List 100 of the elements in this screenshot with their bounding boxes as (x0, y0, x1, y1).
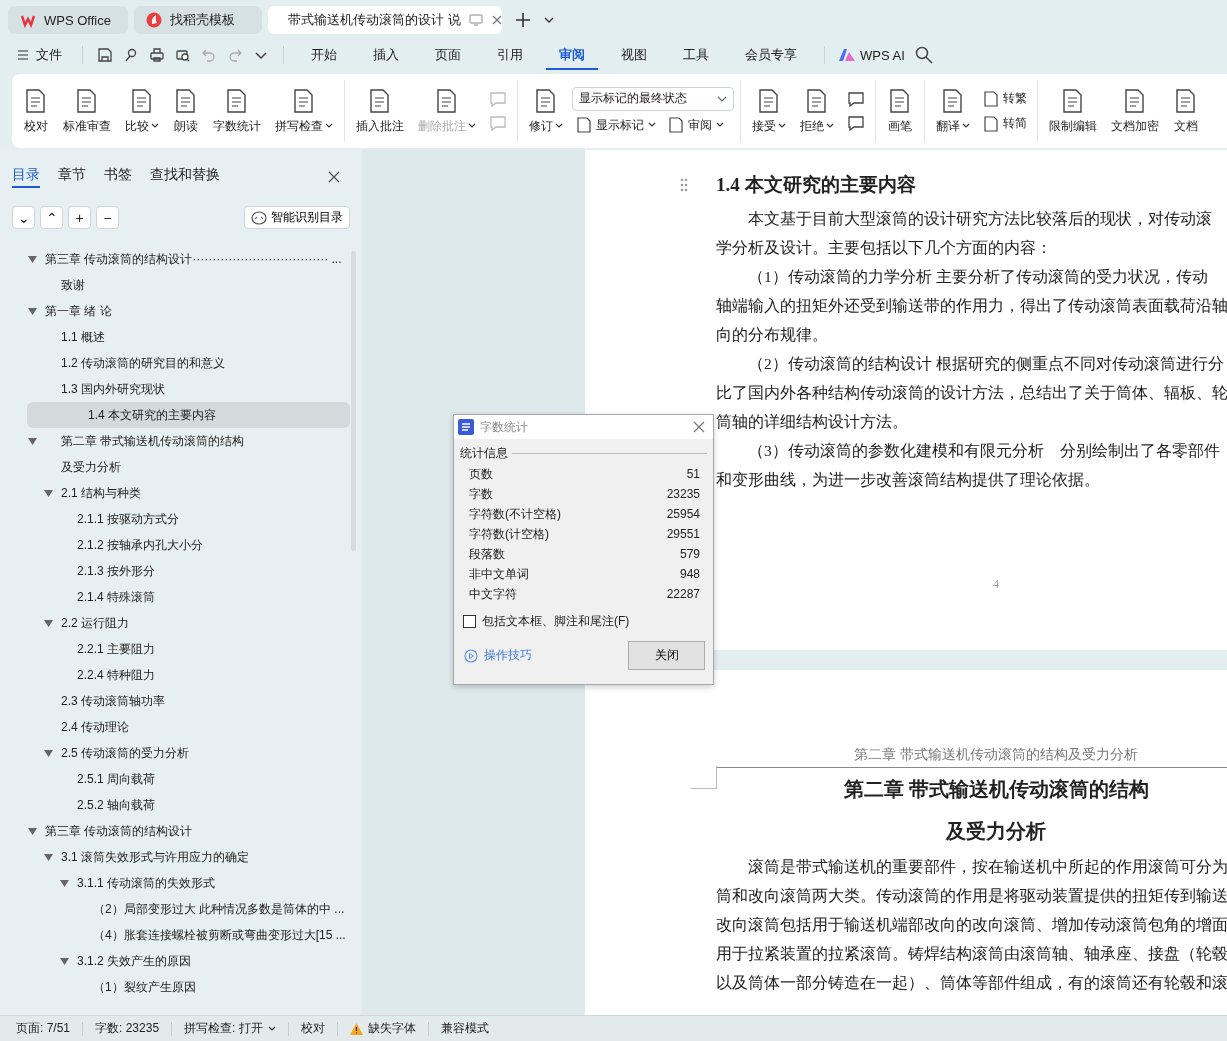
toc-item[interactable]: 2.1 结构与种类 (0, 480, 350, 506)
document-tab[interactable]: WPS Office (8, 6, 128, 34)
toc-item[interactable]: （2）局部变形过大 此种情况多数是筒体的中 ... (0, 896, 350, 922)
tips-link[interactable]: 操作技巧 (464, 647, 532, 664)
toc-item[interactable]: 2.2 运行阻力 (0, 610, 350, 636)
toc-item[interactable]: 1.3 国内外研究现状 (0, 376, 350, 402)
document-tab[interactable]: 找稻壳模板 (134, 6, 262, 34)
search-icon[interactable] (914, 46, 933, 64)
ribbon-button[interactable]: 文档加密 (1106, 83, 1164, 139)
toc-item[interactable]: 第一章 绪 论 (0, 298, 350, 324)
toc-item[interactable]: 致谢 (0, 272, 350, 298)
toc-item[interactable]: 2.1.1 按驱动方式分 (0, 506, 350, 532)
ribbon-button[interactable]: 修订 (524, 83, 568, 139)
toolbar-button[interactable]: + (68, 206, 91, 229)
plus-icon[interactable] (514, 11, 532, 29)
toc-item[interactable]: 2.5 传动滚筒的受力分析 (0, 740, 350, 766)
expand-arrow-icon[interactable] (60, 958, 69, 965)
ribbon-tab[interactable]: 开始 (298, 40, 350, 70)
toc-item[interactable]: 2.1.3 按外形分 (0, 558, 350, 584)
toc-item[interactable]: 2.2.1 主要阻力 (0, 636, 350, 662)
status-warning[interactable]: 缺失字体 (349, 1020, 416, 1037)
stat-value: 51 (686, 466, 700, 483)
caret-icon[interactable] (544, 16, 554, 24)
file-menu[interactable]: 文件 (18, 46, 62, 64)
expand-arrow-icon[interactable] (28, 308, 37, 315)
page-header: 第二章 带式输送机传动滚筒的结构及受力分析 (716, 746, 1227, 768)
expand-arrow-icon[interactable] (60, 880, 69, 887)
toc-item[interactable]: 2.3 传动滚筒轴功率 (0, 688, 350, 714)
ribbon-button[interactable]: 标准审查 (58, 83, 116, 139)
ai-button[interactable]: WPS AI (839, 47, 905, 63)
toc-item[interactable]: 2.5.1 周向载荷 (0, 766, 350, 792)
toc-item[interactable]: 2.1.2 按轴承内孔大小分 (0, 532, 350, 558)
status-dropdown[interactable]: 拼写检查: 打开 (184, 1020, 276, 1037)
ribbon-button[interactable]: 限制编辑 (1044, 83, 1102, 139)
toolbar-button[interactable]: ⌄ (12, 206, 35, 229)
close-button[interactable]: 关闭 (628, 641, 705, 670)
toc-item[interactable]: 1.2 传动滚筒的研究目的和意义 (0, 350, 350, 376)
ribbon-tab[interactable]: 视图 (608, 40, 660, 70)
document-tab[interactable]: 带式输送机传动滚筒的设计 说 (268, 6, 502, 34)
ribbon-button[interactable]: 翻译 (931, 83, 975, 139)
toc-item[interactable]: 2.5.2 轴向载荷 (0, 792, 350, 818)
toolbar-button[interactable]: − (96, 206, 119, 229)
expand-arrow-icon[interactable] (28, 438, 37, 445)
ribbon-button[interactable]: 转简 (979, 113, 1031, 134)
panel-tab[interactable]: 章节 (58, 166, 86, 188)
toc-item[interactable]: （4）胀套连接螺栓被剪断或弯曲变形过大[15 ... (0, 922, 350, 948)
print-icon[interactable] (149, 47, 165, 63)
ribbon-button[interactable]: 画笔 (882, 83, 918, 139)
ribbon-tab[interactable]: 页面 (422, 40, 474, 70)
toc-item[interactable]: 第三章 传动滚筒的结构设计 (0, 818, 350, 844)
ribbon-tab[interactable]: 会员专享 (732, 40, 810, 70)
ribbon-button[interactable]: 插入批注 (351, 83, 409, 139)
toc-item[interactable]: 2.1.4 特殊滚筒 (0, 584, 350, 610)
ribbon-button[interactable]: 拒绝 (795, 83, 839, 139)
ribbon-button[interactable]: 显示标记 (572, 114, 660, 136)
ribbon-button[interactable]: 校对 (18, 83, 54, 139)
toc-item[interactable]: 1.4 本文研究的主要内容 (27, 402, 350, 428)
expand-arrow-icon[interactable] (28, 256, 37, 263)
print-preview-icon[interactable] (175, 47, 191, 63)
ribbon-tab[interactable]: 插入 (360, 40, 412, 70)
toc-item[interactable]: 2.2.4 特种阻力 (0, 662, 350, 688)
paragraph-line: 以及筒体一部分铸造在一起）、筒体等部件组成，有的滚筒还有轮毂和滚 (716, 973, 1227, 993)
ribbon-button[interactable]: 字数统计 (208, 83, 266, 139)
menu-icon[interactable] (18, 50, 28, 60)
toc-item[interactable]: 第三章 传动滚筒的结构设计·································· ... (0, 246, 350, 272)
toc-item[interactable]: 1.1 概述 (0, 324, 350, 350)
close-icon[interactable] (490, 14, 503, 26)
drag-handle-icon[interactable] (680, 178, 688, 192)
expand-arrow-icon[interactable] (28, 828, 37, 835)
ribbon-button[interactable]: 比较 (120, 83, 164, 139)
checkbox[interactable] (463, 615, 476, 628)
toc-item[interactable]: 3.1 滚筒失效形式与许用应力的确定 (0, 844, 350, 870)
toc-item[interactable]: （1）裂纹产生原因 (0, 974, 350, 1000)
panel-tab[interactable]: 查找和替换 (150, 166, 220, 188)
toc-item[interactable]: 3.1.1 传动滚筒的失效形式 (0, 870, 350, 896)
smart-toc-button[interactable]: 智能识别目录 (244, 206, 350, 229)
toc-item[interactable]: 3.1.2 失效产生的原因 (0, 948, 350, 974)
ribbon-button[interactable]: 转繁 (979, 88, 1031, 109)
ribbon-button[interactable]: 接受 (747, 83, 791, 139)
ribbon-tab[interactable]: 工具 (670, 40, 722, 70)
dropdown-field[interactable]: 显示标记的最终状态 (572, 86, 734, 111)
ribbon-button[interactable]: 拼写检查 (270, 83, 338, 139)
ribbon-button[interactable]: 朗读 (168, 83, 204, 139)
panel-tab[interactable]: 目录 (12, 166, 40, 188)
ribbon-button[interactable]: 文档 (1168, 83, 1204, 139)
toc-item[interactable]: 第二章 带式输送机传动滚筒的结构 及受力分析 (0, 428, 350, 480)
expand-arrow-icon[interactable] (44, 750, 53, 757)
close-icon[interactable] (328, 171, 340, 183)
close-icon[interactable] (693, 421, 705, 433)
status-text: 页面: 7/51 (16, 1020, 71, 1037)
ribbon-tab[interactable]: 引用 (484, 40, 536, 70)
ribbon-tab[interactable]: 审阅 (546, 40, 598, 70)
toolbar-button[interactable]: ⌃ (40, 206, 63, 229)
expand-arrow-icon[interactable] (44, 854, 53, 861)
panel-tab[interactable]: 书签 (104, 166, 132, 188)
toc-item[interactable]: 2.4 传动理论 (0, 714, 350, 740)
expand-arrow-icon[interactable] (44, 490, 53, 497)
expand-arrow-icon[interactable] (44, 620, 53, 627)
save-icon[interactable] (97, 47, 113, 63)
ribbon-button[interactable]: 审阅 (664, 114, 728, 136)
